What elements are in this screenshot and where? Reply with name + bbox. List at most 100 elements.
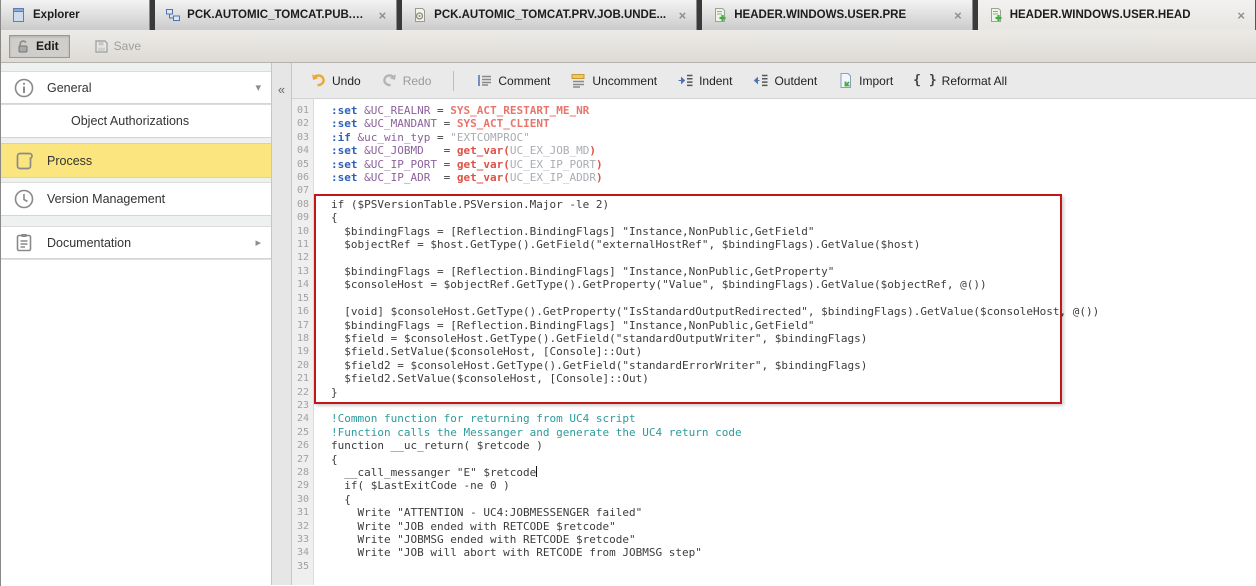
code-line-24[interactable]: !Common function for returning from UC4 … (331, 412, 1256, 425)
line-number: 11 (292, 238, 313, 251)
code-line-34[interactable]: Write "JOB will abort with RETCODE from … (331, 546, 1256, 559)
close-tab-icon[interactable]: × (677, 9, 689, 22)
code-line-04[interactable]: :set &UC_JOBMD = get_var(UC_EX_JOB_MD) (331, 144, 1256, 157)
close-tab-icon[interactable]: × (377, 9, 389, 22)
tab-header-windows-user-pre[interactable]: HEADER.WINDOWS.USER.PRE× (702, 0, 972, 30)
chevron-right-icon[interactable]: ▸ (255, 236, 261, 249)
code-area[interactable]: 0102030405060708091011121314151617181920… (292, 99, 1256, 585)
code-token: $field = $consoleHost.GetType().GetField… (331, 332, 867, 345)
code-line-32[interactable]: Write "JOB ended with RETCODE $retcode" (331, 520, 1256, 533)
code-line-30[interactable]: { (331, 493, 1256, 506)
code-token: function __uc_return( $retcode ) (331, 439, 543, 452)
code-line-27[interactable]: { (331, 453, 1256, 466)
clock-icon (13, 188, 35, 210)
code-line-13[interactable]: $bindingFlags = [Reflection.BindingFlags… (331, 265, 1256, 278)
code-line-29[interactable]: if( $LastExitCode -ne 0 ) (331, 479, 1256, 492)
sidebar-item-version-management[interactable]: Version Management (1, 182, 271, 216)
sidebar-item-label: General (47, 81, 91, 95)
sidebar-item-general[interactable]: General ▾ (1, 71, 271, 104)
line-number: 23 (292, 399, 313, 412)
close-tab-icon[interactable]: × (952, 9, 964, 22)
line-number: 08 (292, 198, 313, 211)
sidebar-gap (1, 216, 271, 226)
code-line-09[interactable]: { (331, 211, 1256, 224)
outdent-button[interactable]: Outdent (744, 68, 825, 93)
code-line-03[interactable]: :if &uc_win_typ = "EXTCOMPROC" (331, 131, 1256, 144)
code-line-28[interactable]: __call_messanger "E" $retcode (331, 466, 1256, 479)
code-token: :set (331, 117, 358, 130)
code-line-21[interactable]: $field2.SetValue($consoleHost, [Console]… (331, 372, 1256, 385)
code-token: &uc_win_typ (358, 131, 431, 144)
code-line-06[interactable]: :set &UC_IP_ADR = get_var(UC_EX_IP_ADDR) (331, 171, 1256, 184)
code-line-07[interactable] (331, 184, 1256, 197)
sidebar-item-object-authorizations[interactable]: Object Authorizations (1, 104, 271, 138)
uncomment-button[interactable]: Uncomment (562, 68, 665, 93)
code-line-31[interactable]: Write "ATTENTION - UC4:JOBMESSENGER fail… (331, 506, 1256, 519)
sidebar-item-process[interactable]: Process (1, 143, 271, 178)
code-token: !Function calls the Messanger and genera… (331, 426, 742, 439)
job-gear-icon (412, 7, 428, 23)
line-number: 21 (292, 372, 313, 385)
save-button[interactable]: Save (88, 36, 151, 57)
tab-pck-automic-tomcat-prv-job-unde[interactable]: PCK.AUTOMIC_TOMCAT.PRV.JOB.UNDE... × (402, 0, 697, 30)
sidebar-empty-space (1, 259, 271, 585)
line-number: 02 (292, 117, 313, 130)
tab-explorer[interactable]: Explorer (1, 0, 150, 30)
code-token: !Common function for returning from UC4 … (331, 412, 636, 425)
code-line-20[interactable]: $field2 = $consoleHost.GetType().GetFiel… (331, 359, 1256, 372)
code-token: Write "JOB will abort with RETCODE from … (331, 546, 702, 559)
code-column[interactable]: :set &UC_REALNR = SYS_ACT_RESTART_ME_NR:… (314, 99, 1256, 585)
indent-button[interactable]: Indent (669, 68, 740, 93)
code-line-01[interactable]: :set &UC_REALNR = SYS_ACT_RESTART_ME_NR (331, 104, 1256, 117)
braces-icon: { } (913, 73, 936, 88)
code-line-16[interactable]: [void] $consoleHost.GetType().GetPropert… (331, 305, 1256, 318)
line-number: 30 (292, 493, 313, 506)
code-line-33[interactable]: Write "JOBMSG ended with RETCODE $retcod… (331, 533, 1256, 546)
code-token: get_var( (457, 144, 510, 157)
toolbar-button-label: Import (859, 74, 893, 88)
sidebar-item-label: Process (47, 154, 92, 168)
collapse-sidebar-icon[interactable]: « (272, 83, 291, 96)
sidebar-collapse-strip[interactable]: « (272, 63, 292, 585)
chevron-down-icon[interactable]: ▾ (255, 81, 261, 94)
line-number: 28 (292, 466, 313, 479)
code-line-05[interactable]: :set &UC_IP_PORT = get_var(UC_EX_IP_PORT… (331, 158, 1256, 171)
save-button-label: Save (114, 39, 141, 53)
code-token: [void] $consoleHost.GetType().GetPropert… (331, 305, 1099, 318)
close-tab-icon[interactable]: × (1235, 9, 1247, 22)
code-line-11[interactable]: $objectRef = $host.GetType().GetField("e… (331, 238, 1256, 251)
reformat-all-button[interactable]: { }Reformat All (905, 69, 1015, 92)
undo-button[interactable]: Undo (302, 68, 369, 93)
line-number: 29 (292, 479, 313, 492)
sidebar-item-documentation[interactable]: Documentation▸ (1, 226, 271, 259)
code-line-12[interactable] (331, 251, 1256, 264)
code-line-08[interactable]: if ($PSVersionTable.PSVersion.Major -le … (331, 198, 1256, 211)
code-line-17[interactable]: $bindingFlags = [Reflection.BindingFlags… (331, 319, 1256, 332)
tab-header-windows-user-head[interactable]: HEADER.WINDOWS.USER.HEAD× (978, 0, 1256, 30)
code-line-26[interactable]: function __uc_return( $retcode ) (331, 439, 1256, 452)
code-line-14[interactable]: $consoleHost = $objectRef.GetType().GetP… (331, 278, 1256, 291)
code-line-22[interactable]: } (331, 386, 1256, 399)
code-line-18[interactable]: $field = $consoleHost.GetType().GetField… (331, 332, 1256, 345)
line-number: 10 (292, 225, 313, 238)
code-line-23[interactable] (331, 399, 1256, 412)
tab-pck-automic-tomcat-pub-action-u[interactable]: PCK.AUTOMIC_TOMCAT.PUB.ACTION.U...× (155, 0, 397, 30)
code-line-35[interactable] (331, 560, 1256, 573)
comment-button[interactable]: Comment (468, 68, 558, 93)
code-line-25[interactable]: !Function calls the Messanger and genera… (331, 426, 1256, 439)
code-line-15[interactable] (331, 292, 1256, 305)
import-button[interactable]: Import (829, 68, 901, 93)
code-line-02[interactable]: :set &UC_MANDANT = SYS_ACT_CLIENT (331, 117, 1256, 130)
scroll-icon (13, 150, 35, 172)
redo-button[interactable]: Redo (373, 68, 440, 93)
code-line-10[interactable]: $bindingFlags = [Reflection.BindingFlags… (331, 225, 1256, 238)
toolbar-button-label: Comment (498, 74, 550, 88)
tab-label: PCK.AUTOMIC_TOMCAT.PRV.JOB.UNDE... (434, 9, 671, 21)
code-token: = (430, 171, 457, 184)
line-number: 05 (292, 158, 313, 171)
edit-button[interactable]: Edit (9, 35, 70, 58)
code-line-19[interactable]: $field.SetValue($consoleHost, [Console]:… (331, 345, 1256, 358)
clipboard-icon (13, 232, 35, 254)
code-token: SYS_ACT_CLIENT (457, 117, 550, 130)
line-number: 33 (292, 533, 313, 546)
